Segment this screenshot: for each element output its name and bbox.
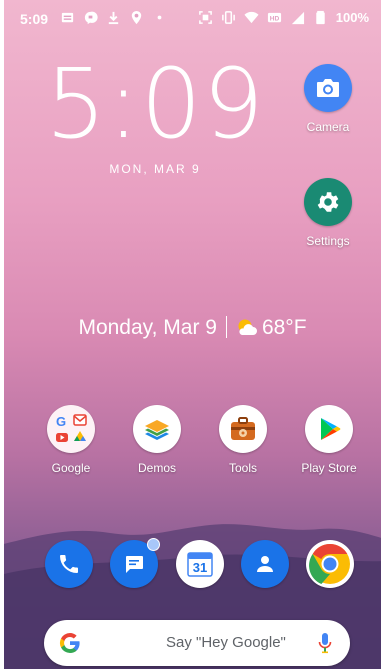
google-search-bar[interactable]: Say "Hey Google": [44, 620, 350, 666]
chrome-icon: [309, 544, 350, 584]
screen-border-right: [381, 0, 385, 669]
scan-icon: [198, 11, 212, 24]
messages-icon: [126, 556, 143, 573]
play-store-label: Play Store: [301, 461, 357, 475]
battery-percent: 100%: [335, 10, 369, 25]
messages-app[interactable]: [110, 538, 160, 588]
status-bar[interactable]: 5:09 HD 100%: [0, 0, 385, 34]
search-hint: Say "Hey Google": [166, 634, 286, 651]
vibrate-icon: [221, 11, 235, 24]
calendar-day: 31: [192, 560, 208, 575]
unread-badge: [147, 538, 160, 551]
signal-icon: [291, 11, 304, 25]
glance-date: Monday, Mar 9: [78, 316, 217, 339]
dot-icon: [157, 15, 162, 20]
chat-bubble-icon: [84, 11, 98, 25]
download-icon: [108, 11, 119, 25]
google-folder[interactable]: G Google: [35, 405, 107, 475]
camera-app[interactable]: Camera: [292, 64, 364, 134]
camera-label: Camera: [306, 120, 350, 134]
battery-icon: [316, 10, 325, 25]
tools-label: Tools: [228, 461, 257, 475]
toolbox-icon: [219, 405, 267, 453]
gear-icon: [304, 178, 352, 226]
hd-icon: HD: [267, 12, 281, 22]
location-icon: [131, 10, 142, 25]
home-screen: 5:09 HD 100% 5:09 MON, MAR 9 Camera Sett…: [0, 0, 385, 669]
screen-border-left: [0, 0, 4, 669]
at-a-glance-widget[interactable]: Monday, Mar 9 68°F: [0, 316, 385, 340]
glance-divider: [225, 316, 227, 338]
status-time: 5:09: [20, 11, 49, 27]
partly-cloudy-icon: [238, 319, 257, 335]
glance-temperature: 68°F: [261, 316, 307, 339]
phone-app[interactable]: [45, 540, 93, 588]
camera-icon: [304, 64, 352, 112]
svg-text:G: G: [56, 414, 66, 429]
demos-app[interactable]: Demos: [121, 405, 193, 475]
google-folder-label: Google: [51, 461, 91, 475]
tools-app[interactable]: Tools: [207, 405, 279, 475]
google-g-icon: [59, 633, 80, 653]
clock-time: 5:09: [45, 48, 265, 160]
svg-text:HD: HD: [270, 15, 280, 22]
microphone-icon[interactable]: [318, 632, 332, 654]
clock-date: MON, MAR 9: [109, 162, 201, 176]
google-folder-icon: G: [47, 405, 95, 453]
clock-widget[interactable]: 5:09 MON, MAR 9: [0, 54, 310, 176]
play-store-icon: [305, 405, 353, 453]
notification-icon: [61, 12, 74, 23]
demos-label: Demos: [137, 461, 176, 475]
settings-label: Settings: [306, 234, 350, 248]
phone-icon: [60, 555, 78, 573]
play-store-app[interactable]: Play Store: [293, 405, 365, 475]
settings-app[interactable]: Settings: [292, 178, 364, 248]
chrome-app[interactable]: [306, 540, 354, 588]
layers-icon: [133, 405, 181, 453]
contacts-icon: [257, 556, 273, 572]
calendar-app[interactable]: 31: [176, 540, 224, 588]
wifi-icon: [244, 11, 259, 24]
contacts-app[interactable]: [241, 540, 289, 588]
